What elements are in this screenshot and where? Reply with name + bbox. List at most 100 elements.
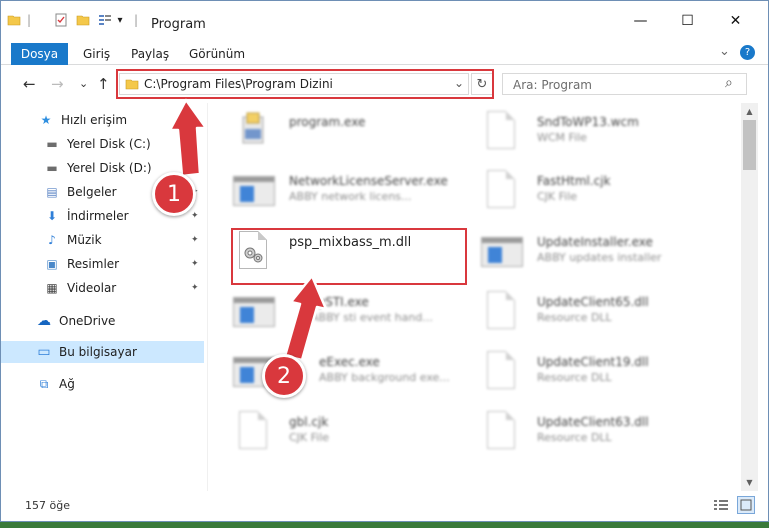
file-description: ABBY background exe... bbox=[319, 371, 450, 384]
file-list: program.exe SndToWP13.wcm WCM File Netwo… bbox=[209, 103, 741, 491]
sidebar-item-label: Müzik bbox=[67, 233, 102, 247]
file-item[interactable]: FastHtml.cjk CJK File bbox=[481, 166, 721, 218]
drive-icon: ▬ bbox=[46, 161, 58, 175]
sidebar-item-label: OneDrive bbox=[59, 314, 116, 328]
scroll-down-icon[interactable]: ▼ bbox=[741, 474, 758, 491]
sidebar-item-local-disk-c[interactable]: ▬ Yerel Disk (C:) bbox=[43, 133, 151, 155]
file-description: Resource DLL bbox=[537, 371, 612, 384]
file-name: yySTI.exe bbox=[311, 295, 369, 309]
file-icon bbox=[481, 170, 521, 210]
maximize-button[interactable]: ☐ bbox=[665, 9, 710, 33]
pin-icon[interactable]: ✦ bbox=[191, 163, 199, 173]
sidebar-item-label: Videolar bbox=[67, 281, 117, 295]
exe-icon bbox=[233, 170, 275, 210]
file-name: UpdateClient63.dll bbox=[537, 415, 649, 429]
tab-share[interactable]: Paylaş bbox=[131, 47, 169, 61]
vertical-scrollbar[interactable]: ▲ ▼ bbox=[741, 103, 758, 491]
sidebar-item-label: Bu bilgisayar bbox=[59, 345, 137, 359]
title-bar: | ▾ | Program — ☐ ✕ bbox=[1, 1, 768, 41]
music-icon: ♪ bbox=[48, 233, 56, 247]
drive-icon: ▬ bbox=[46, 137, 58, 151]
sidebar-item-onedrive[interactable]: ☁ OneDrive bbox=[35, 310, 115, 332]
dll-icon bbox=[481, 351, 521, 391]
back-button[interactable]: ← bbox=[23, 75, 36, 93]
sidebar-item-label: Hızlı erişim bbox=[61, 113, 128, 127]
file-description: Resource DLL bbox=[537, 311, 612, 324]
file-item[interactable]: SndToWP13.wcm WCM File bbox=[481, 107, 721, 159]
item-count: 157 öğe bbox=[25, 499, 70, 512]
file-description: Resource DLL bbox=[537, 431, 612, 444]
tab-view[interactable]: Görünüm bbox=[189, 47, 245, 61]
search-input[interactable]: Ara: Program ⌕ bbox=[502, 73, 747, 95]
file-item[interactable]: program.exe bbox=[233, 107, 453, 159]
step-2-badge: 2 bbox=[262, 354, 306, 398]
sidebar-item-music[interactable]: ♪ Müzik bbox=[43, 229, 102, 251]
sidebar-item-local-disk-d[interactable]: ▬ Yerel Disk (D:) bbox=[43, 157, 151, 179]
pin-icon[interactable]: ✦ bbox=[191, 259, 199, 269]
explorer-window: | ▾ | Program — ☐ ✕ Dosya Giriş Paylaş G… bbox=[0, 0, 769, 522]
pin-icon[interactable]: ✦ bbox=[191, 283, 199, 293]
sidebar-item-documents[interactable]: ▤ Belgeler bbox=[43, 181, 116, 203]
new-folder-icon[interactable] bbox=[75, 10, 91, 30]
file-item[interactable]: yySTI.exe ABBY sti event hand... bbox=[233, 287, 453, 339]
sidebar-item-label: Yerel Disk (C:) bbox=[67, 137, 151, 151]
forward-button[interactable]: → bbox=[51, 75, 64, 93]
properties-icon[interactable] bbox=[53, 10, 69, 30]
file-icon bbox=[233, 411, 273, 451]
sidebar-item-pictures[interactable]: ▣ Resimler bbox=[43, 253, 119, 275]
file-item[interactable]: UpdateInstaller.exe ABBY updates install… bbox=[481, 227, 721, 279]
file-item[interactable]: UpdateClient19.dll Resource DLL bbox=[481, 347, 721, 399]
tiles-view-icon[interactable] bbox=[737, 496, 755, 514]
sidebar-item-this-pc[interactable]: ▭ Bu bilgisayar bbox=[1, 341, 204, 363]
window-title: Program bbox=[151, 17, 206, 32]
pin-icon[interactable]: ✦ bbox=[191, 235, 199, 245]
file-description: ABBY network licens... bbox=[289, 190, 412, 203]
exe-icon bbox=[233, 291, 275, 331]
sidebar-item-quick-access[interactable]: ★ Hızlı erişim bbox=[37, 109, 127, 131]
file-item[interactable]: NetworkLicenseServer.exe ABBY network li… bbox=[233, 166, 453, 218]
search-placeholder: Ara: Program bbox=[513, 78, 592, 92]
address-row: ← → ⌄ ↑ C:\Program Files\Program Dizini … bbox=[1, 65, 768, 103]
customize-icon[interactable] bbox=[97, 10, 113, 30]
details-view-icon[interactable] bbox=[713, 498, 729, 515]
scroll-up-icon[interactable]: ▲ bbox=[741, 103, 758, 120]
star-icon: ★ bbox=[40, 113, 52, 127]
file-name: SndToWP13.wcm bbox=[537, 115, 639, 129]
recent-locations-icon[interactable]: ⌄ bbox=[79, 77, 88, 90]
file-name: FastHtml.cjk bbox=[537, 174, 611, 188]
tab-home[interactable]: Giriş bbox=[83, 47, 110, 61]
file-item[interactable]: UpdateClient65.dll Resource DLL bbox=[481, 287, 721, 339]
search-icon: ⌕ bbox=[725, 75, 733, 91]
videos-icon: ▦ bbox=[46, 281, 58, 295]
file-name: program.exe bbox=[289, 115, 366, 129]
file-description: ABBY updates installer bbox=[537, 251, 662, 264]
scrollbar-thumb[interactable] bbox=[743, 120, 756, 170]
exe-icon bbox=[481, 231, 523, 271]
file-icon bbox=[481, 111, 521, 151]
sidebar-item-label: Ağ bbox=[59, 377, 75, 391]
sidebar-item-downloads[interactable]: ⬇ İndirmeler bbox=[43, 205, 129, 227]
close-button[interactable]: ✕ bbox=[713, 9, 758, 33]
pictures-icon: ▣ bbox=[46, 257, 58, 271]
dll-icon bbox=[481, 411, 521, 451]
installer-icon bbox=[233, 111, 273, 151]
download-icon: ⬇ bbox=[46, 209, 58, 223]
sidebar-item-network[interactable]: ⧉ Ağ bbox=[35, 373, 75, 395]
ribbon-tabs: Dosya Giriş Paylaş Görünüm ⌄ ? bbox=[1, 41, 768, 65]
ribbon-expand-icon[interactable]: ⌄ bbox=[719, 44, 730, 59]
network-icon: ⧉ bbox=[39, 376, 49, 391]
qa-dropdown-icon[interactable]: ▾ bbox=[115, 10, 125, 30]
up-button[interactable]: ↑ bbox=[97, 75, 110, 93]
sidebar-item-videos[interactable]: ▦ Videolar bbox=[43, 277, 116, 299]
file-description: CJK File bbox=[537, 190, 578, 203]
tab-file[interactable]: Dosya bbox=[11, 43, 68, 65]
file-item[interactable]: UpdateClient63.dll Resource DLL bbox=[481, 407, 721, 459]
minimize-button[interactable]: — bbox=[618, 9, 663, 33]
sidebar-item-label: İndirmeler bbox=[67, 209, 129, 223]
pin-icon[interactable]: ✦ bbox=[191, 139, 199, 149]
pin-icon[interactable]: ✦ bbox=[191, 211, 199, 221]
separator: | bbox=[26, 13, 32, 27]
file-description: ABBY sti event hand... bbox=[311, 311, 433, 324]
file-item[interactable]: gbl.cjk CJK File bbox=[233, 407, 453, 459]
help-icon[interactable]: ? bbox=[740, 45, 755, 60]
